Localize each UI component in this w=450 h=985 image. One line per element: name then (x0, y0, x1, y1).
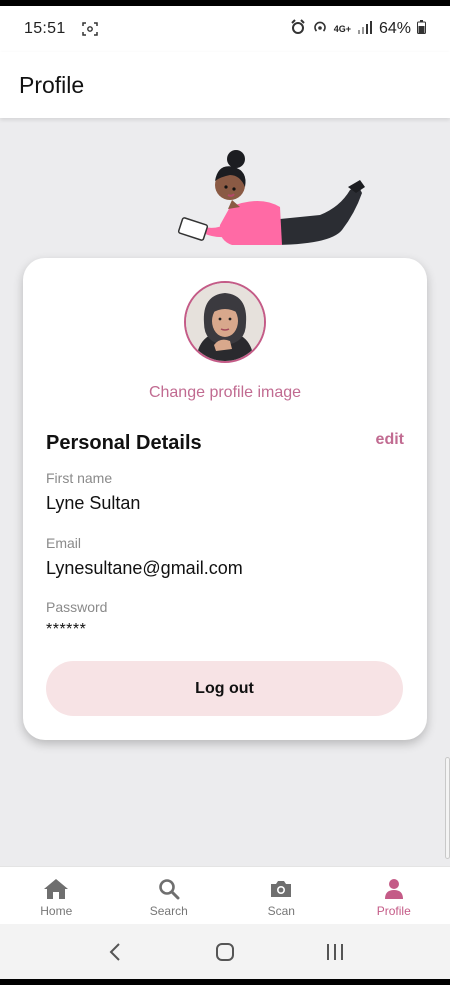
reading-woman-illustration (170, 145, 370, 255)
signal-icon (357, 20, 373, 39)
avatar-photo (186, 283, 264, 361)
page-title: Profile (19, 71, 85, 98)
nav-item-profile[interactable]: Profile (338, 867, 450, 924)
nav-label-profile: Profile (376, 904, 411, 918)
camera-icon (269, 878, 293, 900)
person-icon (384, 878, 404, 900)
system-navigation-bar (0, 924, 450, 979)
personal-details-title: Personal Details (46, 432, 202, 454)
edit-button[interactable]: edit (376, 431, 404, 449)
first-name-value: Lyne Sultan (46, 493, 141, 513)
nav-label-search: Search (149, 904, 188, 918)
back-button[interactable] (95, 932, 135, 972)
recent-apps-button[interactable] (315, 932, 355, 972)
profile-card: Change profile image Personal Details ed… (23, 258, 427, 740)
nav-item-search[interactable]: Search (113, 867, 226, 924)
search-icon (158, 878, 180, 900)
network-type: 4G+ (333, 23, 351, 34)
email-value: Lynesultane@gmail.com (46, 558, 243, 578)
nav-item-home[interactable]: Home (0, 867, 113, 924)
first-name-label: First name (46, 470, 113, 486)
scrollbar[interactable] (445, 757, 450, 859)
password-label: Password (46, 599, 108, 615)
battery-icon (417, 19, 426, 39)
device-frame-bottom (0, 979, 450, 985)
status-bar: 15:51 4G+ 64% (0, 6, 450, 52)
recent-apps-icon (327, 943, 343, 960)
nav-label-home: Home (40, 904, 73, 918)
bottom-nav: Home Search Scan Profile (0, 866, 450, 924)
hotspot-icon (312, 19, 328, 40)
home-system-button[interactable] (205, 932, 245, 972)
status-icons: 4G+ 64% (290, 18, 426, 40)
email-label: Email (46, 535, 82, 551)
nav-label-scan: Scan (267, 904, 295, 918)
status-time: 15:51 (24, 20, 66, 37)
app-header: Profile (0, 52, 450, 118)
back-icon (109, 942, 120, 961)
logout-button[interactable]: Log out (46, 661, 403, 716)
change-profile-image-link[interactable]: Change profile image (23, 384, 427, 402)
alarm-icon (290, 18, 306, 40)
password-value: ****** (46, 621, 87, 638)
nav-item-scan[interactable]: Scan (225, 867, 338, 924)
home-system-icon (216, 942, 234, 961)
avatar[interactable] (184, 281, 266, 363)
battery-level: 64% (378, 20, 411, 37)
screenshot-icon (81, 22, 98, 36)
home-icon (43, 878, 69, 900)
